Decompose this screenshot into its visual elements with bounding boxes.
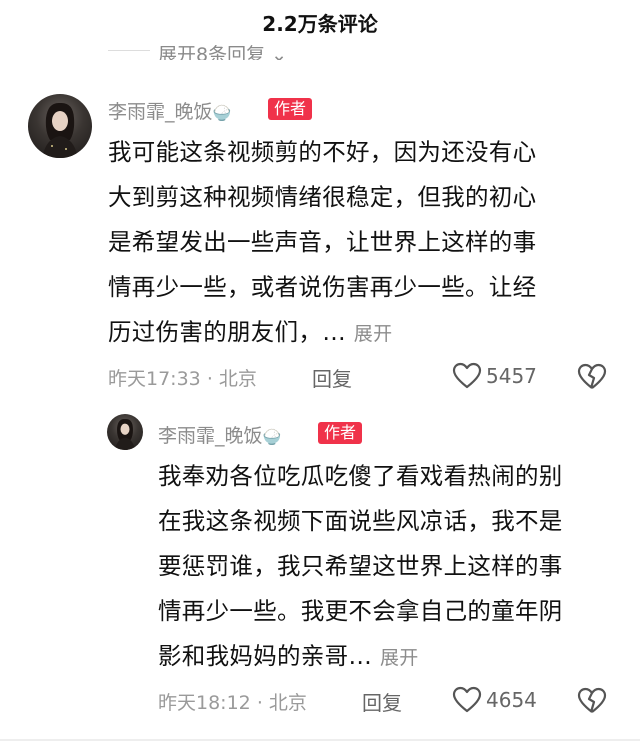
comment-location: 北京 — [218, 368, 257, 390]
broken-heart-icon[interactable] — [577, 687, 607, 715]
chevron-down-icon: ⌄ — [271, 44, 288, 60]
comment-time: 昨天17:33 — [108, 368, 201, 390]
heart-outline-icon — [452, 686, 482, 713]
like-count: 4654 — [486, 688, 537, 712]
comment-text: 我可能这条视频剪的不好，因为还没有心 大到剪这种视频情绪很稳定，但我的初心 是希… — [108, 138, 537, 346]
expand-link[interactable]: 展开 — [380, 647, 419, 669]
broken-heart-icon[interactable] — [577, 363, 607, 391]
expand-replies-label: 展开8条回复 — [158, 44, 266, 60]
expand-link[interactable]: 展开 — [354, 323, 393, 345]
comment-text: 我奉劝各位吃瓜吃傻了看戏看热闹的别 在我这条视频下面说些风凉话，我不是 要惩罚谁… — [158, 462, 563, 670]
comment-meta: 昨天17:33 · 北京 — [108, 368, 257, 390]
divider — [108, 50, 150, 51]
author-badge: 作者 — [268, 98, 313, 120]
expand-replies-button[interactable]: 展开8条回复 ⌄ — [158, 38, 287, 60]
like-button[interactable]: 5457 — [452, 362, 537, 390]
comment-username[interactable]: 李雨霏_晚饭🍚 — [108, 97, 231, 124]
bowl-icon: 🍚 — [212, 104, 232, 122]
avatar[interactable] — [28, 94, 92, 158]
reply-button[interactable]: 回复 — [312, 363, 352, 392]
comment-meta: 昨天18:12 · 北京 — [158, 692, 307, 714]
page-title: 2.2万条评论 — [262, 12, 378, 36]
bowl-icon: 🍚 — [262, 428, 282, 446]
like-count: 5457 — [486, 364, 537, 388]
comment-time: 昨天18:12 — [158, 692, 251, 714]
like-button[interactable]: 4654 — [452, 686, 537, 714]
reply-button[interactable]: 回复 — [362, 687, 402, 716]
heart-outline-icon — [452, 362, 482, 389]
comment-location: 北京 — [268, 692, 307, 714]
comment-username[interactable]: 李雨霏_晚饭🍚 — [158, 421, 281, 448]
avatar[interactable] — [107, 414, 143, 450]
author-badge: 作者 — [318, 422, 363, 444]
